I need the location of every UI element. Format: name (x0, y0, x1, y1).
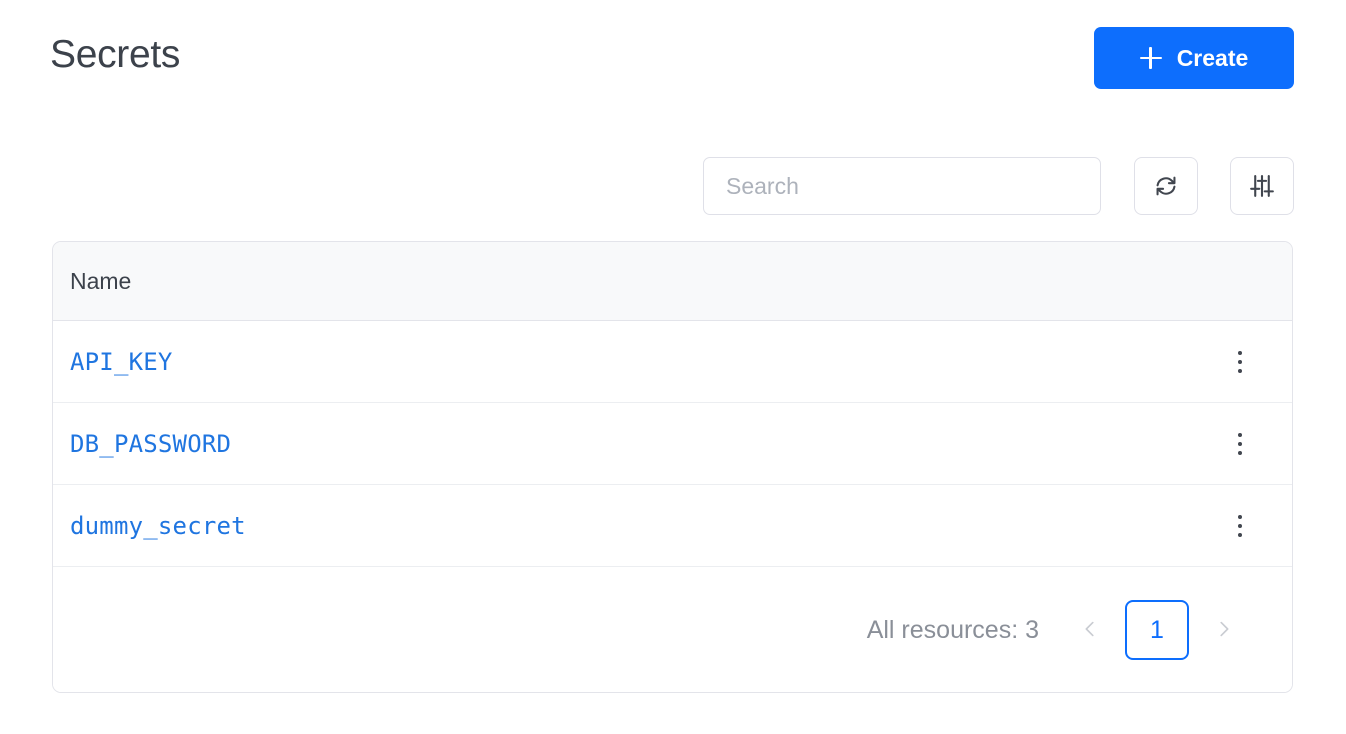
row-actions-menu-button[interactable] (1210, 332, 1270, 392)
kebab-menu-icon (1238, 523, 1242, 528)
resource-count-label: All resources: 3 (866, 615, 1039, 644)
previous-page-button[interactable] (1067, 607, 1113, 653)
table-row[interactable]: DB_PASSWORD (53, 403, 1292, 485)
row-actions-menu-button[interactable] (1210, 496, 1270, 556)
chevron-right-icon (1213, 618, 1235, 643)
create-button[interactable]: Create (1094, 27, 1294, 89)
table-row[interactable]: API_KEY (53, 321, 1292, 403)
secret-name-link[interactable]: API_KEY (53, 348, 173, 376)
kebab-menu-icon (1238, 432, 1242, 437)
row-actions-menu-button[interactable] (1210, 414, 1270, 474)
page-title: Secrets (50, 33, 181, 76)
kebab-menu-icon (1238, 514, 1242, 519)
pagination-bar: All resources: 3 1 (53, 567, 1292, 692)
filter-settings-button[interactable] (1230, 157, 1294, 215)
table-row[interactable]: dummy_secret (53, 485, 1292, 567)
chevron-left-icon (1079, 618, 1101, 643)
page-number-current[interactable]: 1 (1125, 600, 1189, 660)
kebab-menu-icon (1238, 368, 1242, 373)
secrets-table: Name API_KEY DB_PASSWORD dummy_secret Al… (52, 241, 1293, 693)
kebab-menu-icon (1238, 359, 1242, 364)
secret-name-link[interactable]: DB_PASSWORD (53, 430, 231, 458)
kebab-menu-icon (1238, 350, 1242, 355)
table-header-row: Name (53, 242, 1292, 321)
kebab-menu-icon (1238, 441, 1242, 446)
plus-icon (1139, 47, 1162, 69)
refresh-icon (1153, 173, 1179, 199)
create-button-label: Create (1176, 44, 1249, 71)
column-header-name: Name (70, 267, 132, 294)
secret-name-link[interactable]: dummy_secret (53, 512, 246, 540)
page-header: Secrets Create (0, 0, 1346, 118)
table-toolbar (0, 157, 1346, 215)
kebab-menu-icon (1238, 450, 1242, 455)
kebab-menu-icon (1238, 532, 1242, 537)
next-page-button[interactable] (1201, 607, 1247, 653)
search-input[interactable] (703, 157, 1101, 215)
refresh-button[interactable] (1134, 157, 1198, 215)
sliders-icon (1248, 172, 1276, 200)
